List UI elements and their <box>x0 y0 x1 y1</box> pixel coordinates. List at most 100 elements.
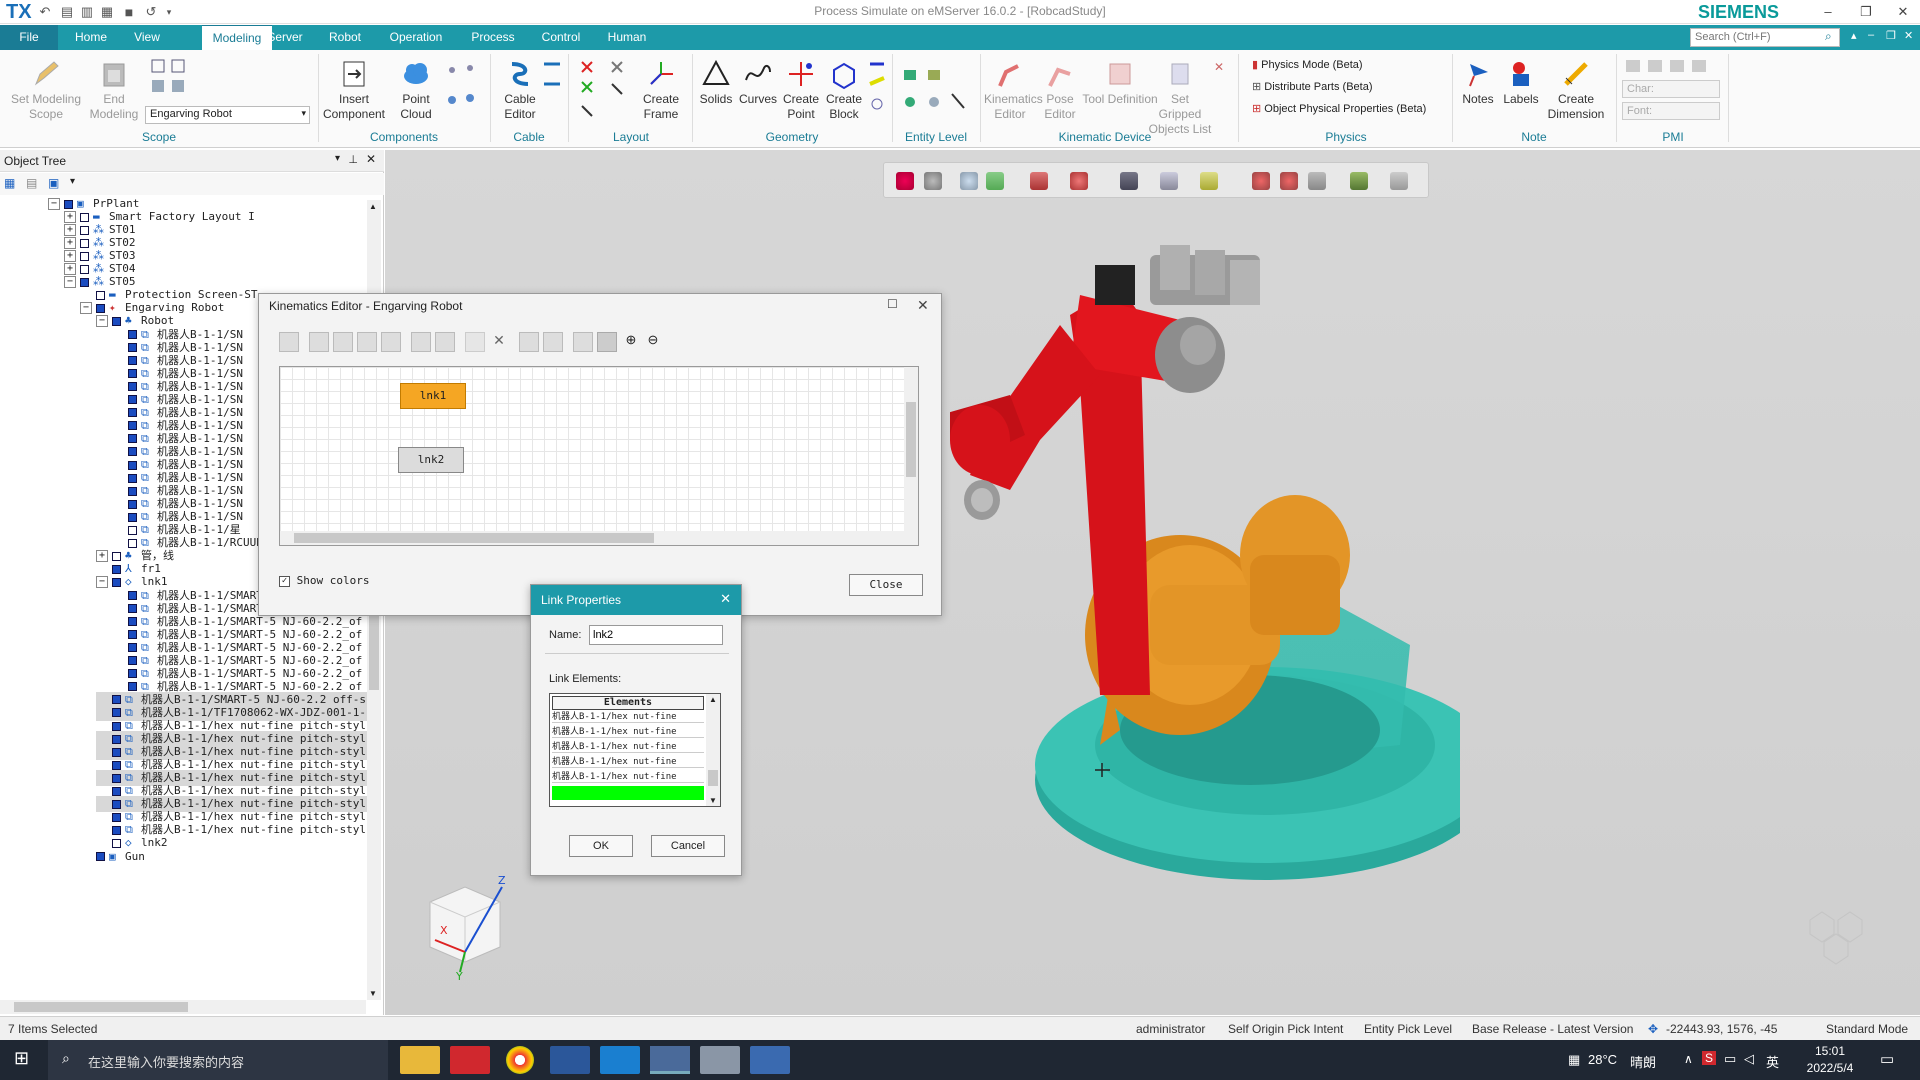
process-simulate-icon[interactable] <box>650 1046 690 1074</box>
visibility-checkbox[interactable] <box>112 564 121 574</box>
tool-frame-2-icon[interactable] <box>543 332 563 352</box>
visibility-checkbox[interactable] <box>112 695 121 705</box>
visibility-checkbox[interactable] <box>128 460 137 470</box>
tree-view-icon[interactable]: ▦ <box>4 176 15 190</box>
visibility-checkbox[interactable] <box>128 473 137 483</box>
physics-mode-button[interactable]: ▮ Physics Mode (Beta) <box>1252 58 1363 71</box>
create-joint-2-icon[interactable] <box>333 332 353 352</box>
elements-scroll-down-icon[interactable]: ▼ <box>709 796 717 805</box>
maximize-icon[interactable]: ☐ <box>887 297 898 311</box>
windows-start-icon[interactable]: ⊞ <box>14 1048 29 1069</box>
create-point-button[interactable]: Create Point <box>778 58 824 122</box>
visibility-checkbox[interactable] <box>112 747 121 757</box>
tool-frame-icon[interactable] <box>519 332 539 352</box>
elements-scroll-thumb[interactable] <box>708 770 718 786</box>
visibility-checkbox[interactable] <box>128 421 137 431</box>
ribbon-minimize-icon[interactable]: – <box>1868 29 1874 41</box>
tab-human[interactable]: Human <box>600 25 654 50</box>
geometry-small-icons[interactable] <box>866 58 888 122</box>
visibility-checkbox[interactable] <box>80 264 89 274</box>
kinematics-graph-canvas[interactable]: lnk1 lnk2 <box>279 366 919 546</box>
visibility-checkbox[interactable] <box>128 434 137 444</box>
elements-scroll-up-icon[interactable]: ▲ <box>709 695 717 704</box>
curves-button[interactable]: Curves <box>738 58 778 107</box>
tree-row[interactable]: ▣ Gun <box>80 849 374 865</box>
visibility-checkbox[interactable] <box>128 499 137 509</box>
set-base-icon[interactable] <box>465 332 485 352</box>
view-cube[interactable]: Z X Y <box>420 872 510 982</box>
speaker-icon[interactable]: ◁ <box>1744 1051 1754 1067</box>
word-icon[interactable] <box>550 1046 590 1074</box>
close-window-icon[interactable]: ✕ <box>1888 2 1918 22</box>
chrome-icon[interactable] <box>506 1046 534 1074</box>
snap-point-icon[interactable] <box>1280 172 1298 190</box>
minimize-icon[interactable]: – <box>1813 2 1843 22</box>
visibility-checkbox[interactable] <box>112 799 121 809</box>
search-icon[interactable]: ⌕ <box>1825 29 1832 44</box>
pmi-font-field[interactable]: Font: <box>1622 102 1720 120</box>
solids-button[interactable]: Solids <box>696 58 736 107</box>
scroll-down-icon[interactable]: ▼ <box>369 989 377 998</box>
tray-app-icon[interactable]: S <box>1702 1051 1717 1065</box>
zoom-to-fit-icon[interactable] <box>896 172 914 190</box>
panel-menu-icon[interactable]: ▾ <box>335 153 340 164</box>
visibility-checkbox[interactable] <box>128 382 137 392</box>
element-row[interactable]: 机器人B-1-1/hex nut-fine <box>552 741 704 753</box>
components-small-icons[interactable] <box>444 60 484 116</box>
scope-dropdown[interactable]: Engarving Robot ▾ <box>145 106 310 124</box>
set-modeling-scope-button[interactable]: Set Modeling Scope <box>6 58 86 122</box>
snap-icon[interactable] <box>1252 172 1270 190</box>
taskbar-search[interactable]: ⌕ 在这里输入你要搜索的内容 <box>48 1040 388 1080</box>
ime-indicator[interactable]: 英 <box>1766 1052 1779 1071</box>
visibility-checkbox[interactable] <box>80 225 89 235</box>
cable-small-icons[interactable] <box>540 58 564 108</box>
collapse-icon[interactable]: − <box>64 276 76 289</box>
link-node-lnk2[interactable]: lnk2 <box>398 447 464 473</box>
network-icon[interactable]: ▭ <box>1724 1051 1736 1067</box>
new-element-row[interactable] <box>552 786 704 800</box>
measure-icon[interactable] <box>1308 172 1326 190</box>
layout-small-icons[interactable] <box>578 58 638 122</box>
cancel-button[interactable]: Cancel <box>651 835 725 857</box>
visibility-checkbox[interactable] <box>128 617 137 627</box>
object-physical-properties-button[interactable]: ⊞ Object Physical Properties (Beta) <box>1252 102 1426 115</box>
element-row[interactable]: 机器人B-1-1/hex nut-fine <box>552 726 704 738</box>
kinematics-editor-button[interactable]: Kinematics Editor <box>984 58 1043 122</box>
link-node-lnk1[interactable]: lnk1 <box>400 383 466 409</box>
tool-definition-button[interactable]: Tool Definition <box>1082 58 1158 107</box>
visibility-checkbox[interactable] <box>112 551 121 561</box>
pmi-char-field[interactable]: Char: <box>1622 80 1720 98</box>
canvas-vertical-scrollbar[interactable] <box>904 367 918 545</box>
app-window-icon[interactable] <box>700 1046 740 1074</box>
layout-icon[interactable] <box>573 332 593 352</box>
joint-tool-icon[interactable] <box>357 332 377 352</box>
element-row[interactable]: 机器人B-1-1/hex nut-fine <box>552 756 704 768</box>
zoom-out-icon[interactable]: ⊖ <box>643 332 663 352</box>
pick-level[interactable]: Entity Pick Level <box>1364 1022 1452 1036</box>
visibility-checkbox[interactable] <box>80 238 89 248</box>
tab-process[interactable]: Process <box>464 25 522 50</box>
show-joint-icon[interactable] <box>597 332 617 352</box>
robot-model[interactable] <box>950 225 1460 895</box>
tab-control[interactable]: Control <box>536 25 586 50</box>
placement-icon[interactable] <box>1120 172 1138 190</box>
kinematics-close-icon[interactable]: ✕ <box>917 297 929 314</box>
selection-filter-icon[interactable] <box>1200 172 1218 190</box>
notes-button[interactable]: Notes <box>1458 58 1498 107</box>
create-joint-icon[interactable] <box>309 332 329 352</box>
visibility-checkbox[interactable] <box>128 343 137 353</box>
visibility-checkbox[interactable] <box>96 852 105 861</box>
entity-level-icons[interactable] <box>900 64 970 114</box>
tree-horizontal-scrollbar[interactable] <box>0 1000 366 1014</box>
panel-close-icon[interactable]: ✕ <box>366 152 376 166</box>
scope-small-icons[interactable] <box>150 58 190 108</box>
notification-icon[interactable]: ▭ <box>1880 1050 1894 1068</box>
scroll-up-icon[interactable]: ▲ <box>369 202 377 211</box>
visibility-checkbox[interactable] <box>80 212 89 222</box>
ok-button[interactable]: OK <box>569 835 633 857</box>
zoom-icon[interactable] <box>924 172 942 190</box>
collapse-icon[interactable]: − <box>48 198 60 210</box>
view-center-icon[interactable] <box>960 172 978 190</box>
elements-scrollbar[interactable]: ▲ ▼ <box>706 694 720 806</box>
create-frame-button[interactable]: Create Frame <box>636 58 686 122</box>
